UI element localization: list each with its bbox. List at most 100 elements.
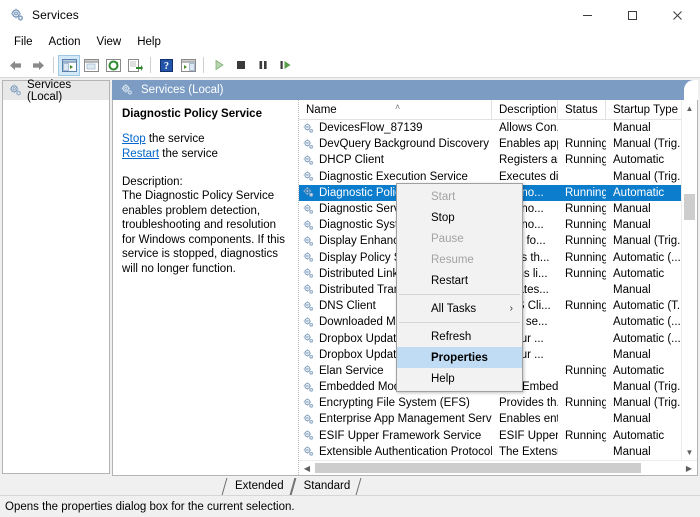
scroll-down-icon[interactable]: ▼ xyxy=(682,444,697,460)
window-title: Services xyxy=(32,8,79,22)
refresh-icon[interactable] xyxy=(102,55,124,76)
context-menu-item-stop[interactable]: Stop xyxy=(397,207,522,228)
service-gear-icon xyxy=(302,316,315,329)
scroll-right-icon[interactable]: ▶ xyxy=(681,461,697,475)
horizontal-scrollbar[interactable]: ◀ ▶ xyxy=(299,460,697,475)
service-gear-icon xyxy=(302,381,315,394)
table-row[interactable]: Extensible Authentication Protocol The Ex… xyxy=(299,444,681,460)
cell-status: Running xyxy=(565,300,606,313)
services-gear-icon xyxy=(8,83,23,98)
service-gear-icon xyxy=(302,283,315,296)
cell-description: Provides th... xyxy=(499,397,558,410)
context-menu-item-label: Stop xyxy=(431,211,455,224)
help-icon[interactable]: ? xyxy=(155,55,177,76)
table-row[interactable]: Enterprise App Management Service Enables… xyxy=(299,411,681,427)
cell-status: Running xyxy=(565,154,606,167)
context-menu-item-refresh[interactable]: Refresh xyxy=(397,326,522,347)
start-service-icon[interactable] xyxy=(208,55,230,76)
vertical-scroll-track[interactable] xyxy=(682,116,697,444)
horizontal-scroll-track[interactable] xyxy=(315,461,681,475)
title-bar: Services xyxy=(0,0,700,30)
table-row[interactable]: DevQuery Background Discovery B... Enable… xyxy=(299,136,681,152)
maximize-button[interactable] xyxy=(610,0,655,30)
cell-startup-type: Automatic xyxy=(613,186,665,199)
context-menu-item-properties[interactable]: Properties xyxy=(397,347,522,368)
restart-service-suffix: the service xyxy=(159,148,218,160)
table-row[interactable]: ESIF Upper Framework Service ESIF Upper .… xyxy=(299,428,681,444)
show-hide-console-tree-icon[interactable] xyxy=(58,54,80,76)
column-header-name[interactable]: Name ˄ xyxy=(299,100,492,119)
back-arrow-icon[interactable] xyxy=(5,55,27,76)
context-menu-item-label: Start xyxy=(431,190,456,203)
close-button[interactable] xyxy=(655,0,700,30)
cell-startup-type: Manual xyxy=(613,219,651,232)
minimize-button[interactable] xyxy=(565,0,610,30)
restart-service-icon[interactable] xyxy=(274,55,296,76)
tab-extended[interactable]: Extended xyxy=(224,478,293,495)
vertical-scrollbar[interactable]: ▲ ▼ xyxy=(681,100,697,460)
tab-standard[interactable]: Standard xyxy=(293,478,360,495)
cell-startup-type: Automatic (T... xyxy=(613,300,681,313)
scroll-left-icon[interactable]: ◀ xyxy=(299,461,315,475)
cell-name: ESIF Upper Framework Service xyxy=(299,429,492,442)
table-row[interactable]: Encrypting File System (EFS) Provides th.… xyxy=(299,395,681,411)
cell-name: Enterprise App Management Service xyxy=(299,413,492,426)
show-hide-action-pane-icon[interactable] xyxy=(177,55,199,76)
export-list-icon[interactable] xyxy=(124,55,146,76)
cell-startup-type: Automatic (... xyxy=(613,316,681,329)
cell-description: Enables app... xyxy=(499,138,558,151)
cell-name-label: ESIF Upper Framework Service xyxy=(319,429,482,442)
forward-arrow-icon[interactable] xyxy=(27,55,49,76)
scroll-up-icon[interactable]: ▲ xyxy=(682,100,697,116)
restart-service-link[interactable]: Restart xyxy=(122,148,159,160)
stop-service-link[interactable]: Stop xyxy=(122,133,146,145)
menu-view[interactable]: View xyxy=(89,33,130,51)
toolbar-separator xyxy=(203,57,204,73)
main-body: Services (Local) Services (Local) Diagno… xyxy=(0,78,700,495)
list-column-headers: Name ˄ Description Status Startup Type xyxy=(299,100,681,120)
detail-service-name: Diagnostic Policy Service xyxy=(122,108,262,120)
context-menu-item-pause: Pause xyxy=(397,228,522,249)
stop-service-line: Stop the service xyxy=(122,132,290,147)
vertical-scroll-thumb[interactable] xyxy=(684,194,695,220)
tree-item-services-local[interactable]: Services (Local) xyxy=(3,79,109,103)
context-menu-item-help[interactable]: Help xyxy=(397,368,522,389)
cell-name-label: DevQuery Background Discovery B... xyxy=(319,138,492,151)
cell-status: Running xyxy=(565,251,606,264)
menu-help[interactable]: Help xyxy=(129,33,169,51)
cell-name-label: Encrypting File System (EFS) xyxy=(319,397,470,410)
cell-description: Registers an... xyxy=(499,154,558,167)
service-gear-icon xyxy=(302,219,315,232)
description-label: Description: xyxy=(122,176,183,188)
context-menu-item-restart[interactable]: Restart xyxy=(397,270,522,291)
table-row[interactable]: DevicesFlow_87139 Allows Con... Manual xyxy=(299,120,681,136)
properties-window-icon[interactable] xyxy=(80,55,102,76)
column-header-status-label: Status xyxy=(565,103,598,116)
cell-status: Running xyxy=(565,186,606,199)
cell-startup-type: Manual (Trig... xyxy=(613,381,681,394)
cell-status: Running xyxy=(565,267,606,280)
context-menu-item-label: Help xyxy=(431,372,455,385)
context-menu-separator xyxy=(399,294,520,295)
context-menu-item-all-tasks[interactable]: All Tasks › xyxy=(397,298,522,319)
cell-description: Executes di... xyxy=(499,170,558,183)
menu-action[interactable]: Action xyxy=(41,33,89,51)
table-row[interactable]: DHCP Client Registers an... Running Automat… xyxy=(299,152,681,168)
service-gear-icon xyxy=(302,138,315,151)
cell-name-label: DNS Client xyxy=(319,300,376,313)
horizontal-scroll-thumb[interactable] xyxy=(315,463,641,473)
stop-service-icon[interactable] xyxy=(230,55,252,76)
cell-name: Diagnostic Execution Service xyxy=(299,170,492,183)
cell-status: Running xyxy=(565,397,606,410)
pause-service-icon[interactable] xyxy=(252,55,274,76)
column-header-status[interactable]: Status xyxy=(558,100,606,119)
service-gear-icon xyxy=(302,445,315,458)
cell-name: DevQuery Background Discovery B... xyxy=(299,138,492,151)
cell-name: DHCP Client xyxy=(299,154,492,167)
menu-file[interactable]: File xyxy=(6,33,41,51)
menu-bar: File Action View Help xyxy=(0,30,700,53)
column-header-description[interactable]: Description xyxy=(492,100,558,119)
pane-header-corner xyxy=(684,80,698,100)
stop-service-suffix: the service xyxy=(145,133,205,145)
column-header-startup-type[interactable]: Startup Type xyxy=(606,100,681,119)
